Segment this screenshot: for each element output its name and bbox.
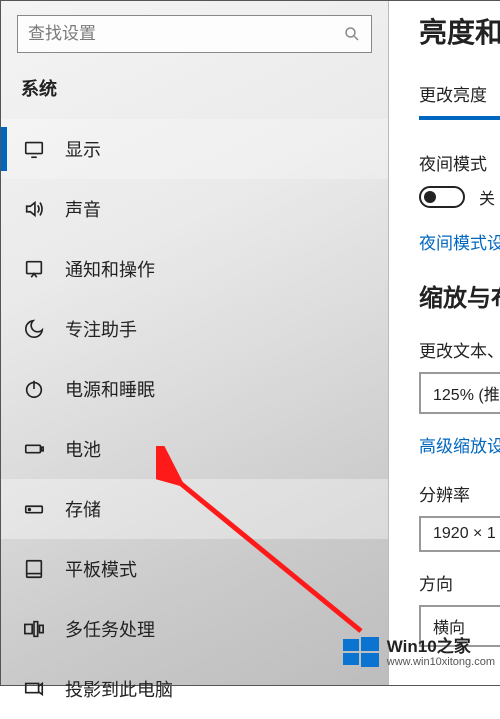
battery-icon: [23, 438, 45, 460]
search-container: [1, 1, 388, 63]
toggle-knob: [424, 191, 436, 203]
nav-item-multitasking[interactable]: 多任务处理: [1, 599, 388, 659]
nav-item-label: 声音: [65, 196, 101, 222]
nav-item-battery[interactable]: 电池: [1, 419, 388, 479]
nav-item-label: 通知和操作: [65, 256, 155, 282]
night-mode-label: 夜间模式: [419, 150, 500, 175]
storage-icon: [23, 498, 45, 520]
nav-item-label: 存储: [65, 496, 101, 522]
nav-item-storage[interactable]: 存储: [1, 479, 388, 539]
multitask-icon: [23, 618, 45, 640]
nav-item-label: 多任务处理: [65, 616, 155, 642]
nav-item-label: 投影到此电脑: [65, 676, 173, 702]
settings-sidebar: 系统 显示 声音 通知和操作 专注助手 电源和睡眠 电池: [1, 1, 389, 685]
moon-icon: [23, 318, 45, 340]
power-icon: [23, 378, 45, 400]
nav-item-display[interactable]: 显示: [1, 119, 388, 179]
nav-item-label: 平板模式: [65, 556, 137, 582]
tablet-icon: [23, 558, 45, 580]
night-mode-toggle[interactable]: 关: [419, 185, 500, 209]
orientation-label: 方向: [419, 570, 500, 595]
watermark: Win10之家 www.win10xitong.com: [337, 631, 499, 675]
nav-item-focus-assist[interactable]: 专注助手: [1, 299, 388, 359]
nav-item-tablet-mode[interactable]: 平板模式: [1, 539, 388, 599]
advanced-scale-link[interactable]: 高级缩放设: [419, 432, 500, 457]
nav-item-label: 显示: [65, 136, 101, 162]
scale-dropdown[interactable]: 125% (推: [419, 372, 500, 414]
nav-item-label: 专注助手: [65, 316, 137, 342]
nav-item-project[interactable]: 投影到此电脑: [1, 659, 388, 719]
toggle-switch[interactable]: [419, 186, 465, 208]
resolution-label: 分辨率: [419, 481, 500, 506]
project-icon: [23, 678, 45, 700]
nav-item-label: 电源和睡眠: [65, 376, 155, 402]
nav-item-notifications[interactable]: 通知和操作: [1, 239, 388, 299]
search-icon: [343, 25, 361, 43]
display-icon: [23, 138, 45, 160]
watermark-title: Win10之家: [387, 638, 495, 657]
scale-heading: 缩放与布: [419, 278, 500, 313]
text-scale-label: 更改文本、: [419, 337, 500, 362]
brightness-slider[interactable]: [419, 116, 500, 120]
page-title: 亮度和颜: [419, 11, 500, 51]
notifications-icon: [23, 258, 45, 280]
nav-item-power-sleep[interactable]: 电源和睡眠: [1, 359, 388, 419]
night-mode-settings-link[interactable]: 夜间模式设: [419, 229, 500, 254]
search-input[interactable]: [28, 24, 343, 44]
nav-item-label: 电池: [65, 436, 101, 462]
toggle-state: 关: [479, 185, 495, 209]
brightness-label: 更改亮度: [419, 81, 500, 106]
content-panel: 亮度和颜 更改亮度 夜间模式 关 夜间模式设 缩放与布 更改文本、 125% (…: [389, 1, 500, 685]
windows-logo-icon: [341, 633, 381, 673]
section-title: 系统: [1, 63, 388, 119]
resolution-dropdown[interactable]: 1920 × 1: [419, 516, 500, 552]
nav-item-sound[interactable]: 声音: [1, 179, 388, 239]
search-box[interactable]: [17, 15, 372, 53]
watermark-url: www.win10xitong.com: [387, 656, 495, 668]
sound-icon: [23, 198, 45, 220]
